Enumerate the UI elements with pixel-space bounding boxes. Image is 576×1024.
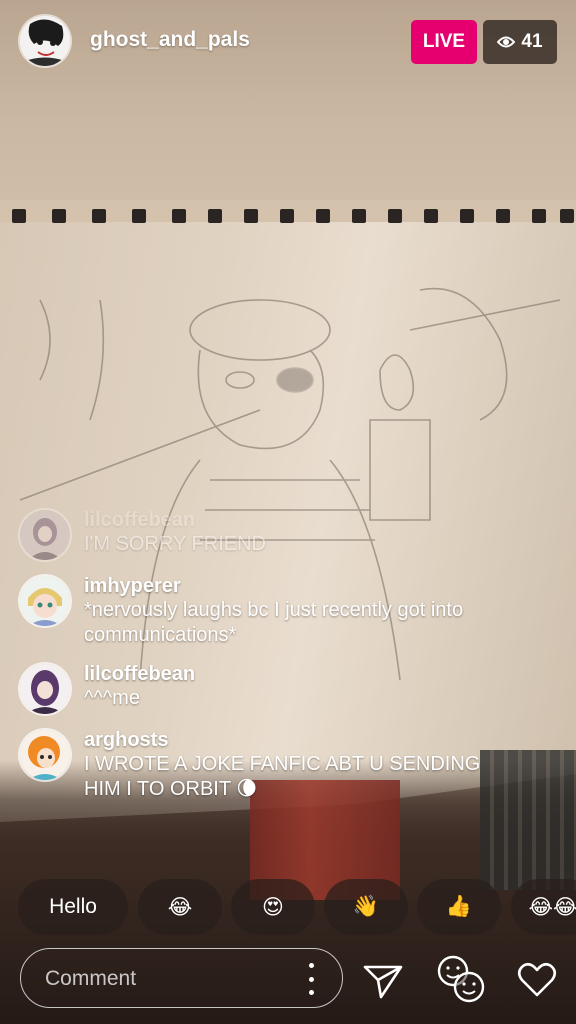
commenter-avatar[interactable] <box>20 664 70 714</box>
avatar-image <box>20 664 70 714</box>
heart-icon <box>517 962 557 997</box>
quick-reply-laugh-2[interactable]: 😂😂 <box>511 879 576 935</box>
host-username[interactable]: ghost_and_pals <box>90 28 250 52</box>
comment-username[interactable]: lilcoffebean <box>84 508 504 532</box>
comment-composer <box>20 948 343 1008</box>
live-header: ghost_and_pals LIVE 41 <box>0 0 576 84</box>
quick-reply-wave[interactable]: 👋 <box>324 879 408 935</box>
quick-reply-hello[interactable]: Hello <box>18 879 128 935</box>
avatar-image <box>20 576 70 626</box>
faces-button[interactable] <box>434 952 488 1006</box>
commenter-avatar[interactable] <box>20 510 70 560</box>
spiral-binding <box>12 209 574 223</box>
quick-reply-laugh[interactable]: 😂 <box>138 879 222 935</box>
more-vertical-icon[interactable] <box>302 963 320 995</box>
send-icon <box>363 965 403 999</box>
viewer-count-badge[interactable]: 41 <box>483 20 557 64</box>
host-avatar-image <box>20 16 70 66</box>
commenter-avatar[interactable] <box>20 576 70 626</box>
send-button[interactable] <box>360 958 406 1004</box>
comment-text: I WROTE A JOKE FANFIC ABT U SENDING HIM … <box>84 753 481 800</box>
avatar-image <box>20 730 70 780</box>
commenter-avatar[interactable] <box>20 730 70 780</box>
comments-feed: lilcoffebean I'M SORRY FRIEND imhyperer … <box>0 508 576 816</box>
comment-item[interactable]: imhyperer *nervously laughs bc I just re… <box>0 574 576 648</box>
eye-icon <box>497 36 516 48</box>
host-avatar[interactable] <box>20 16 70 66</box>
quick-reply-heart-eyes[interactable]: 😍 <box>231 879 315 935</box>
comment-item[interactable]: arghosts I WROTE A JOKE FANFIC ABT U SEN… <box>0 728 576 802</box>
quick-reply-thumbs-up[interactable]: 👍 <box>417 879 501 935</box>
comment-text: *nervously laughs bc I just recently got… <box>84 599 464 646</box>
live-badge: LIVE <box>411 20 477 64</box>
comment-text: I'M SORRY FRIEND <box>84 533 266 555</box>
comment-item[interactable]: lilcoffebean I'M SORRY FRIEND <box>0 508 576 560</box>
comment-input[interactable] <box>43 963 297 995</box>
avatar-image <box>20 510 70 560</box>
comment-username[interactable]: imhyperer <box>84 574 504 598</box>
quick-replies: Hello 😂 😍 👋 👍 😂😂 <box>18 879 576 935</box>
comment-username[interactable]: arghosts <box>84 728 504 752</box>
comment-item[interactable]: lilcoffebean ^^^me <box>0 662 576 714</box>
comment-text: ^^^me <box>84 687 140 709</box>
viewer-count: 41 <box>521 31 543 52</box>
like-button[interactable] <box>514 958 560 1002</box>
faces-icon <box>437 955 485 1003</box>
comment-username[interactable]: lilcoffebean <box>84 662 504 686</box>
live-video-screen: ghost_and_pals LIVE 41 lilcoffebean I'M … <box>0 0 576 1024</box>
